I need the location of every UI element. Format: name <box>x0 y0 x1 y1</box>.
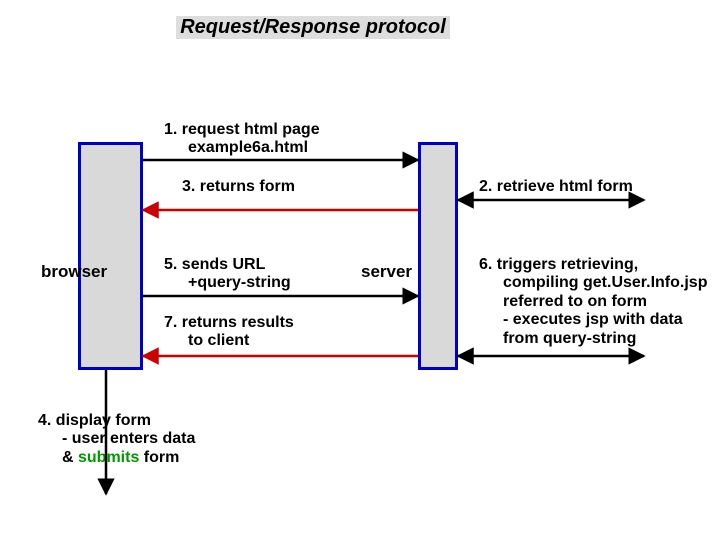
step-1-line1: 1. request html page <box>164 121 320 138</box>
server-label: server <box>361 262 412 282</box>
step-2-text: 2. retrieve html form <box>479 178 633 195</box>
step-7: 7. returns results to client <box>164 314 364 351</box>
step-6: 6. triggers retrieving, compiling get.Us… <box>479 256 709 348</box>
diagram-stage: Request/Response protocol browser server… <box>0 0 720 540</box>
step-4-line2: - user enters data <box>38 430 298 448</box>
step-6-line5: from query-string <box>479 330 709 348</box>
step-6-line4: - executes jsp with data <box>479 311 709 329</box>
step-1: 1. request html page example6a.html <box>164 121 404 158</box>
step-5-line2: +query-string <box>164 274 364 292</box>
browser-box <box>78 142 143 370</box>
step-7-line2: to client <box>164 332 364 350</box>
step-4-line1: 4. display form <box>38 412 151 429</box>
server-box <box>418 142 458 370</box>
step-3-text: 3. returns form <box>182 178 295 195</box>
step-1-line2: example6a.html <box>164 139 404 157</box>
step-6-line1: 6. triggers retrieving, <box>479 256 638 273</box>
step-5-line1: 5. sends URL <box>164 256 265 273</box>
diagram-title: Request/Response protocol <box>176 16 450 39</box>
step-6-line3: referred to on form <box>479 293 709 311</box>
browser-label: browser <box>41 262 107 282</box>
step-2: 2. retrieve html form <box>479 178 709 196</box>
step-6-line2: compiling get.User.Info.jsp <box>479 274 709 292</box>
step-4-line3: & submits form <box>38 449 298 467</box>
step-3: 3. returns form <box>182 178 382 196</box>
step-7-line1: 7. returns results <box>164 314 294 331</box>
step-5: 5. sends URL +query-string <box>164 256 364 293</box>
step-4: 4. display form - user enters data & sub… <box>38 412 298 467</box>
